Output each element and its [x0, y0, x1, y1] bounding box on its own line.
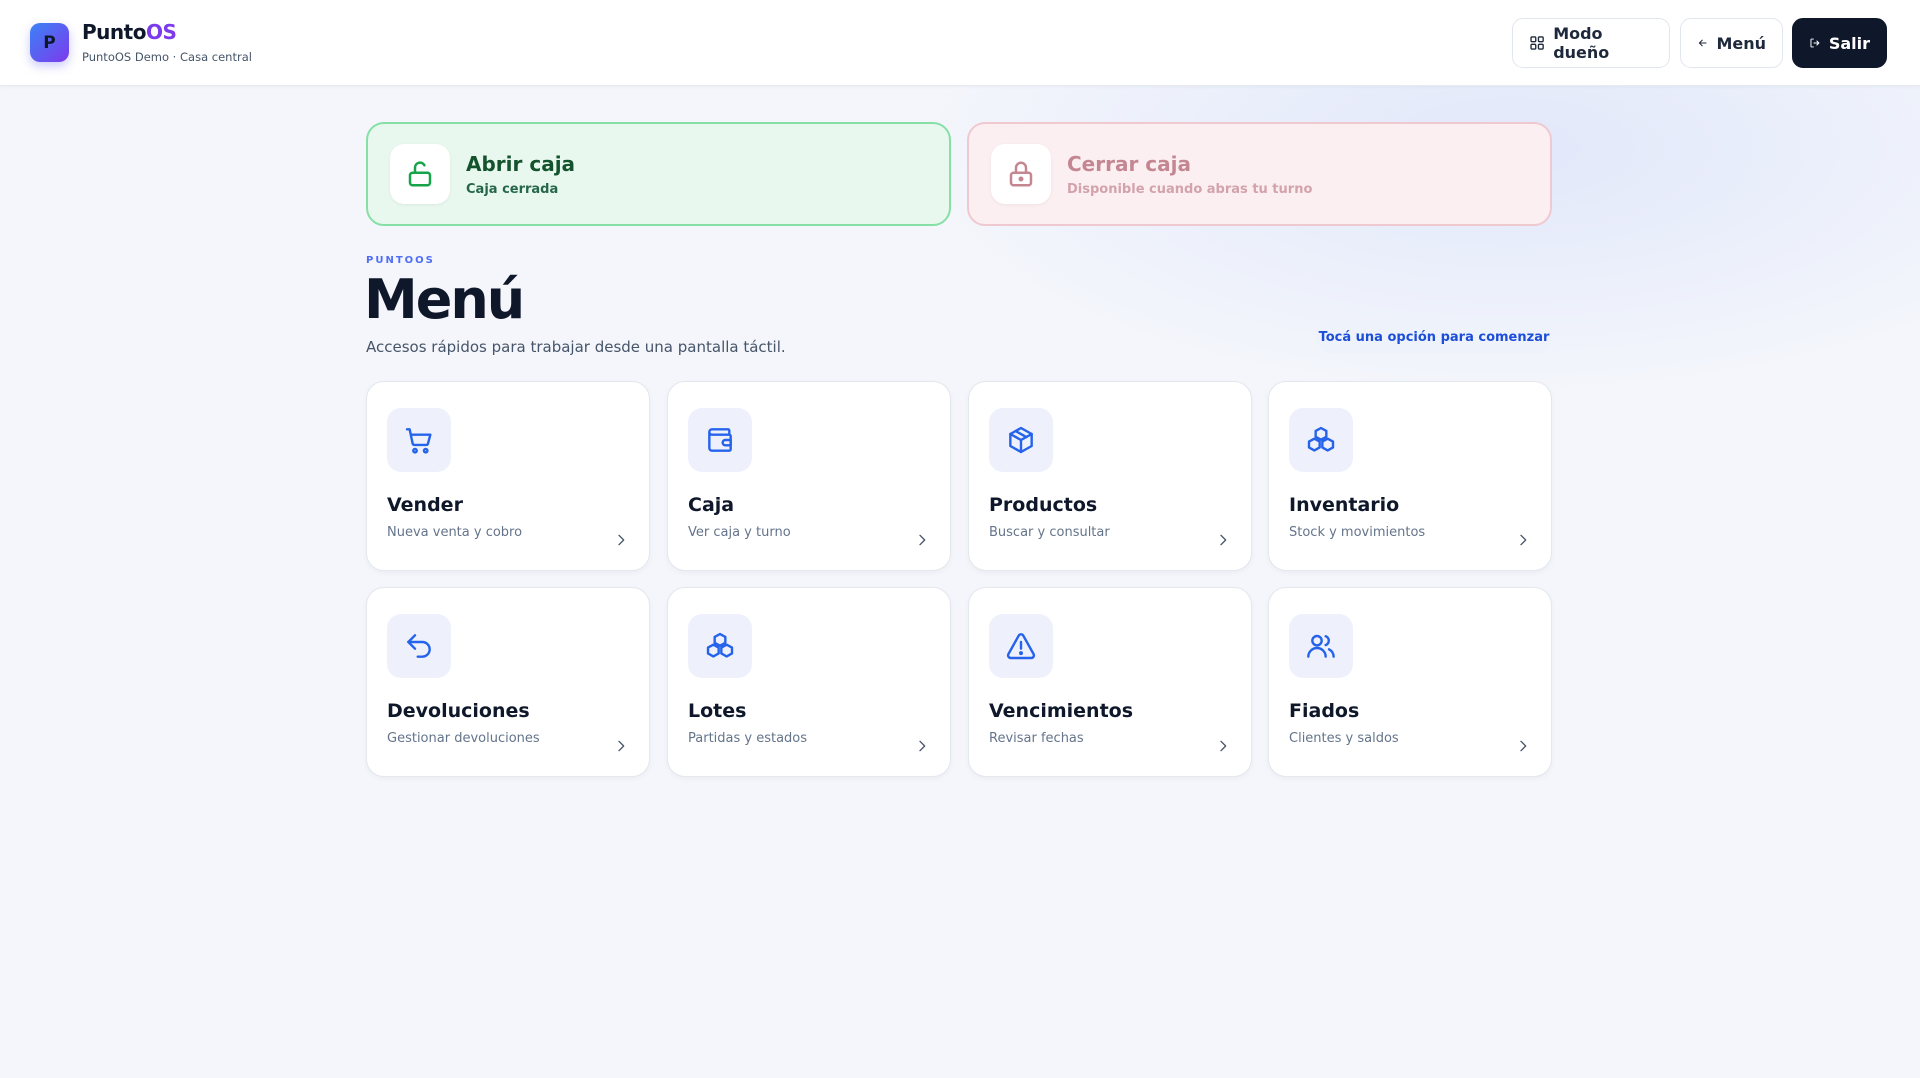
tile-productos[interactable]: Productos Buscar y consultar: [968, 381, 1252, 571]
exit-button[interactable]: Salir: [1792, 18, 1887, 68]
box-icon: [989, 408, 1053, 472]
close-cash-register-title: Cerrar caja: [1067, 151, 1191, 176]
warning-icon: [989, 614, 1053, 678]
tile-devoluciones[interactable]: Devoluciones Gestionar devoluciones: [366, 587, 650, 777]
tile-title: Vencimientos: [989, 700, 1134, 722]
chevron-right-icon: [1520, 740, 1527, 752]
chevron-right-icon: [618, 534, 625, 546]
exit-label: Salir: [1828, 33, 1870, 53]
cart-icon: [387, 408, 451, 472]
owner-mode-label: Modo dueño: [1553, 24, 1610, 62]
tile-title: Inventario: [1289, 494, 1400, 516]
menu-label: Menú: [1716, 33, 1766, 53]
menu-button[interactable]: Menú: [1680, 18, 1783, 68]
tile-lotes[interactable]: Lotes Partidas y estados: [667, 587, 951, 777]
tile-title: Lotes: [688, 700, 747, 722]
lock-open-icon: [390, 144, 450, 204]
tile-subtitle: Ver caja y turno: [688, 525, 791, 540]
grid-icon: [1530, 36, 1544, 50]
owner-mode-button[interactable]: Modo dueño: [1512, 18, 1670, 68]
tile-subtitle: Stock y movimientos: [1289, 525, 1426, 540]
brand: PuntoOS PuntoOS Demo · Casa central: [82, 20, 252, 64]
tile-subtitle: Revisar fechas: [989, 731, 1084, 746]
tile-title: Vender: [387, 494, 463, 516]
chevron-right-icon: [919, 740, 926, 752]
chevron-right-icon: [919, 534, 926, 546]
page-title: Menú: [364, 268, 525, 331]
hint-badge: Tocá una opción para comenzar: [1316, 320, 1552, 354]
wallet-icon: [688, 408, 752, 472]
open-cash-register-title: Abrir caja: [466, 151, 576, 176]
tile-subtitle: Nueva venta y cobro: [387, 525, 523, 540]
logout-icon: [1810, 38, 1820, 48]
tile-subtitle: Clientes y saldos: [1289, 731, 1399, 746]
close-cash-register-card[interactable]: Cerrar caja Disponible cuando abras tu t…: [967, 122, 1552, 226]
app-logo: P: [30, 23, 69, 62]
boxes-icon: [688, 614, 752, 678]
section-eyebrow: PUNTOOS: [366, 255, 435, 266]
tile-title: Fiados: [1289, 700, 1360, 722]
boxes-icon: [1289, 408, 1353, 472]
lock-icon: [991, 144, 1051, 204]
chevron-right-icon: [1220, 740, 1227, 752]
chevron-right-icon: [1220, 534, 1227, 546]
store-subtitle: PuntoOS Demo · Casa central: [82, 50, 252, 64]
open-cash-register-status: Caja cerrada: [466, 181, 559, 197]
tile-vender[interactable]: Vender Nueva venta y cobro: [366, 381, 650, 571]
open-cash-register-card[interactable]: Abrir caja Caja cerrada: [366, 122, 951, 226]
tile-title: Devoluciones: [387, 700, 530, 722]
tile-fiados[interactable]: Fiados Clientes y saldos: [1268, 587, 1552, 777]
tile-title: Productos: [989, 494, 1098, 516]
page-subtitle: Accesos rápidos para trabajar desde una …: [366, 338, 786, 356]
brand-name: PuntoOS: [82, 20, 252, 44]
brand-name-main: Punto: [82, 20, 146, 44]
top-bar: P PuntoOS PuntoOS Demo · Casa central Mo…: [0, 0, 1920, 86]
close-cash-register-status: Disponible cuando abras tu turno: [1067, 181, 1313, 197]
tile-subtitle: Partidas y estados: [688, 731, 808, 746]
brand-name-accent: OS: [145, 20, 177, 44]
tile-vencimientos[interactable]: Vencimientos Revisar fechas: [968, 587, 1252, 777]
chevron-right-icon: [1520, 534, 1527, 546]
tile-subtitle: Gestionar devoluciones: [387, 731, 540, 746]
tile-caja[interactable]: Caja Ver caja y turno: [667, 381, 951, 571]
users-icon: [1289, 614, 1353, 678]
tile-subtitle: Buscar y consultar: [989, 525, 1110, 540]
chevron-right-icon: [618, 740, 625, 752]
tile-inventario[interactable]: Inventario Stock y movimientos: [1268, 381, 1552, 571]
undo-icon: [387, 614, 451, 678]
arrow-left-icon: [1698, 39, 1707, 47]
tile-title: Caja: [688, 494, 735, 516]
